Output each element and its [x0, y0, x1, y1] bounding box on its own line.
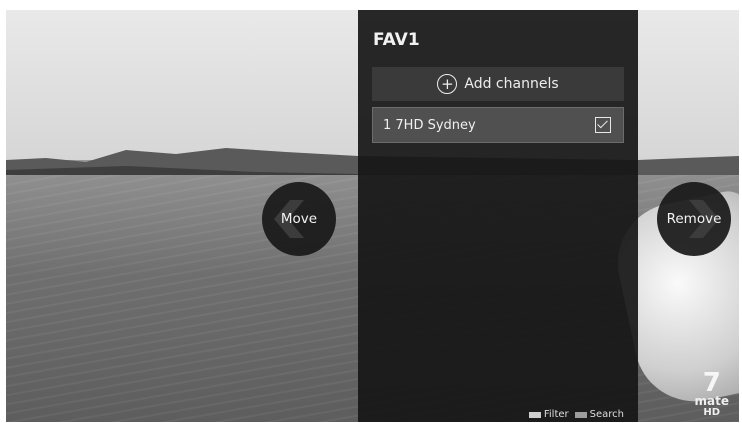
channel-row[interactable]: 1 7HD Sydney: [372, 107, 624, 143]
logo-suffix: HD: [703, 407, 721, 418]
channel-name: 1 7HD Sydney: [383, 117, 476, 133]
panel-footer: Filter Search: [523, 409, 624, 420]
move-label: Move: [280, 211, 318, 227]
filter-color-key-icon: [528, 411, 541, 418]
add-channels-button[interactable]: + Add channels: [372, 67, 624, 101]
search-color-key-icon: [574, 411, 587, 418]
plus-circle-icon: +: [437, 74, 458, 94]
checkbox-icon[interactable]: [595, 117, 611, 133]
remove-label: Remove: [666, 211, 722, 227]
tv-screen: FAV1 + Add channels 1 7HD Sydney Filter …: [6, 10, 739, 422]
panel-title: FAV1: [373, 30, 420, 50]
add-channels-label: Add channels: [464, 76, 559, 92]
favourites-panel: FAV1 + Add channels 1 7HD Sydney Filter …: [358, 10, 638, 422]
search-label[interactable]: Search: [590, 409, 624, 420]
channel-logo: 7 mate HD: [694, 368, 729, 418]
remove-button[interactable]: Remove: [657, 182, 731, 256]
logo-brand: mate: [694, 394, 729, 408]
logo-number: 7: [702, 368, 721, 398]
filter-label[interactable]: Filter: [544, 409, 569, 420]
move-button[interactable]: Move: [262, 182, 336, 256]
